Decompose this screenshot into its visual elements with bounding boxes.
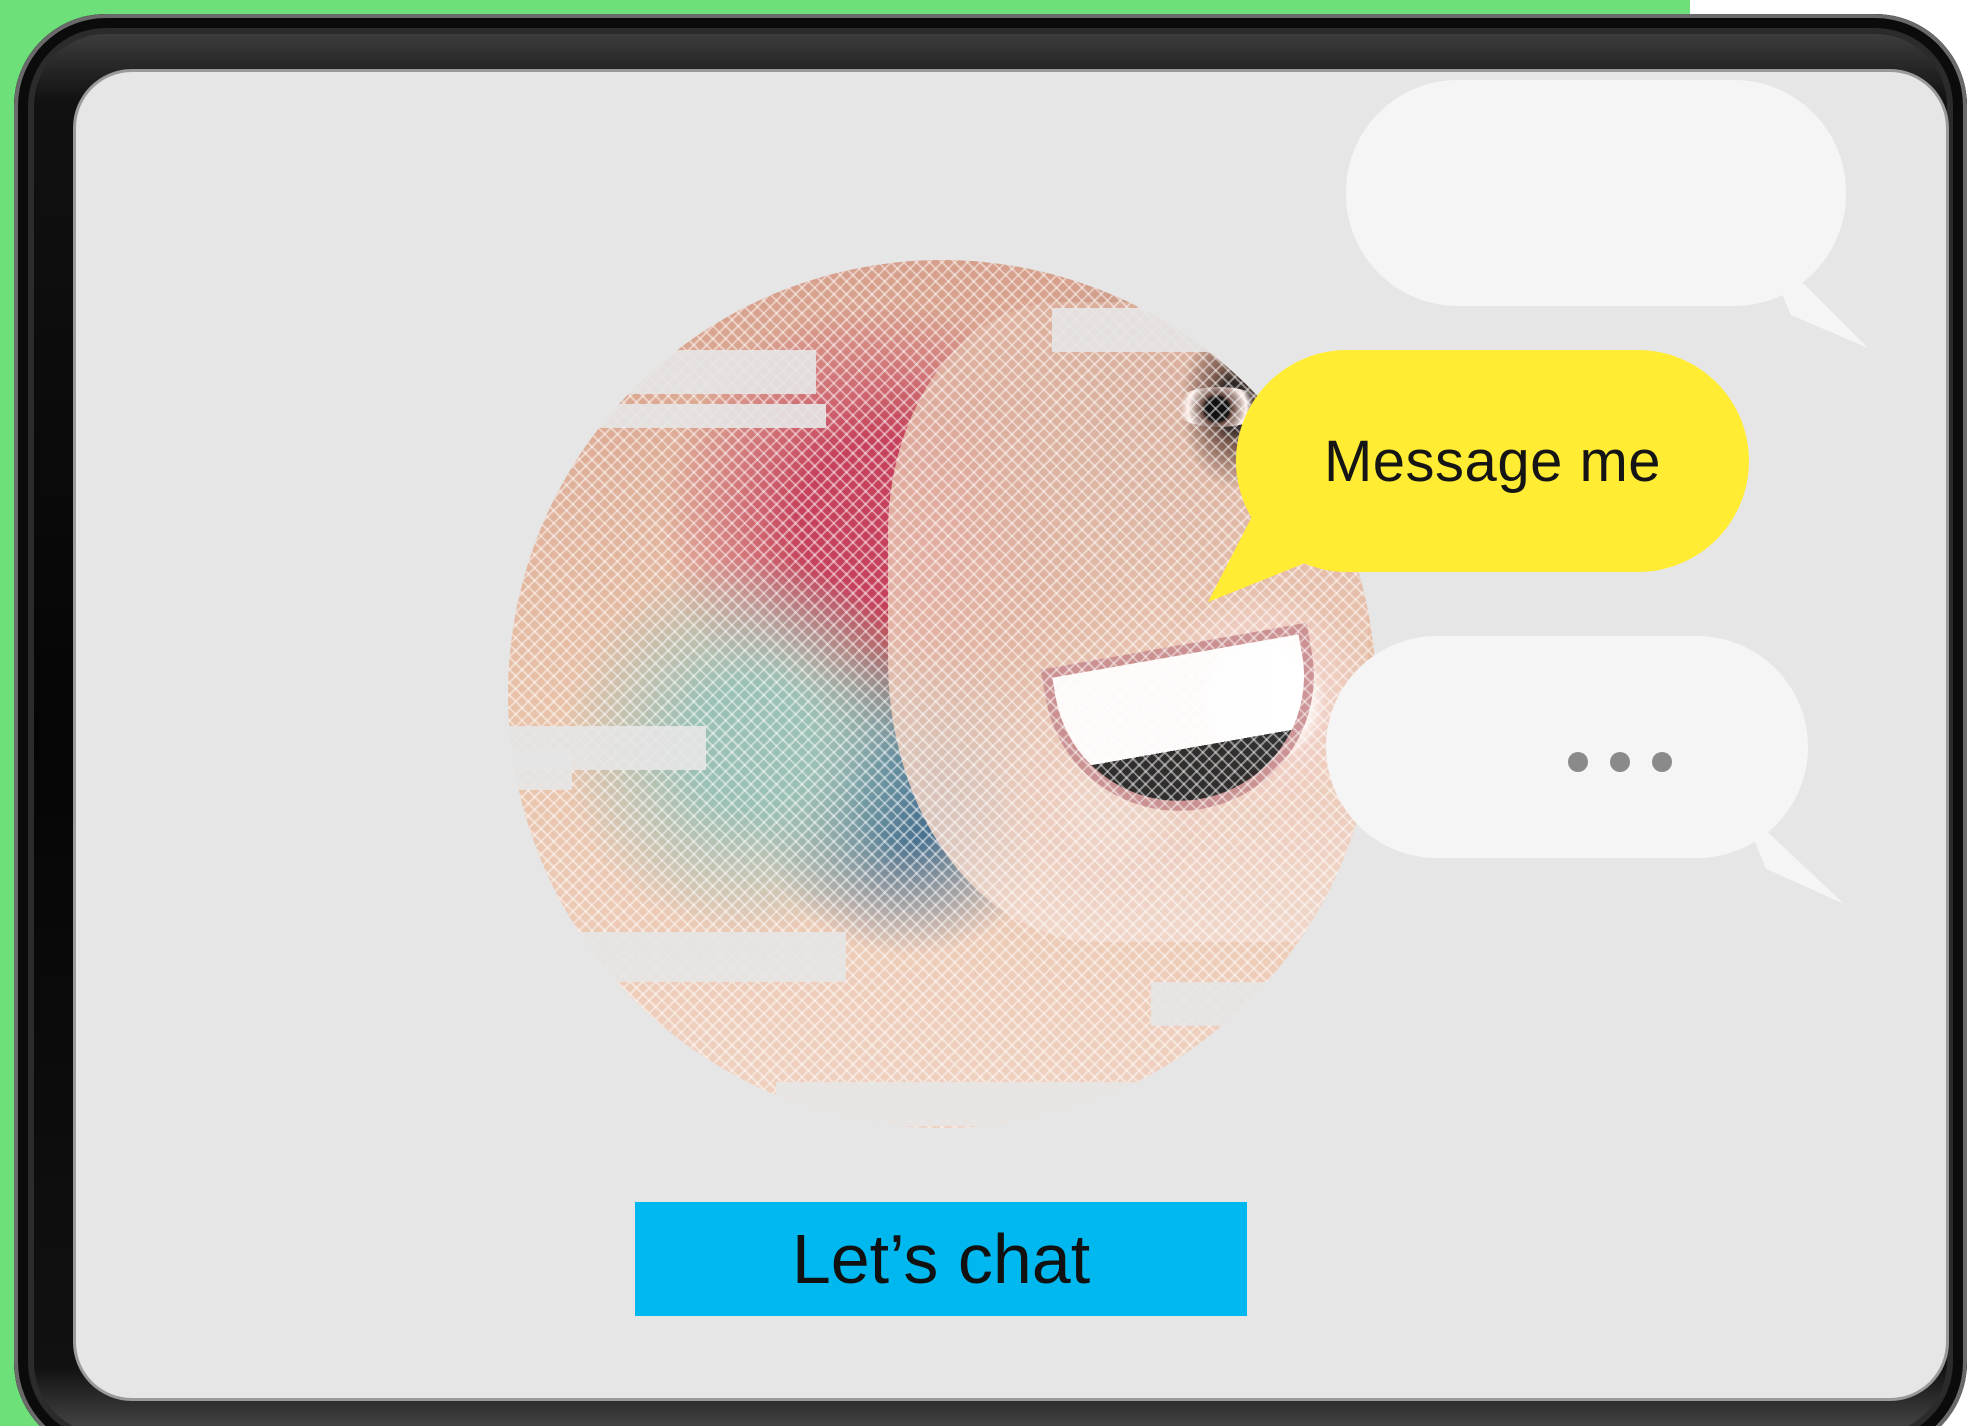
typing-dot — [1568, 752, 1588, 772]
glitch-strip — [506, 404, 826, 428]
glitch-strip — [466, 350, 816, 394]
typing-dots-icon — [1568, 752, 1672, 772]
blank-chat-bubble — [1346, 80, 1868, 348]
tablet-screen: Message me Let’s chat — [76, 72, 1946, 1398]
message-me-text: Message me — [1323, 428, 1662, 494]
message-me-bubble: Message me — [1208, 350, 1749, 602]
glitch-strip — [496, 726, 706, 770]
typing-chat-bubble — [1326, 636, 1844, 904]
tablet-device-frame: Message me Let’s chat — [14, 14, 1967, 1426]
glitch-strip — [436, 932, 846, 982]
glitch-strip — [1151, 982, 1301, 1026]
typing-dot — [1610, 752, 1630, 772]
glitch-strip — [1052, 308, 1392, 352]
lets-chat-button[interactable]: Let’s chat — [635, 1202, 1247, 1316]
chat-bubble-tail — [1758, 238, 1868, 348]
promo-page: Message me Let’s chat — [0, 0, 1967, 1426]
glitch-strip — [776, 1082, 1196, 1126]
chat-bubble-tail — [1740, 806, 1844, 904]
typing-dot — [1652, 752, 1672, 772]
